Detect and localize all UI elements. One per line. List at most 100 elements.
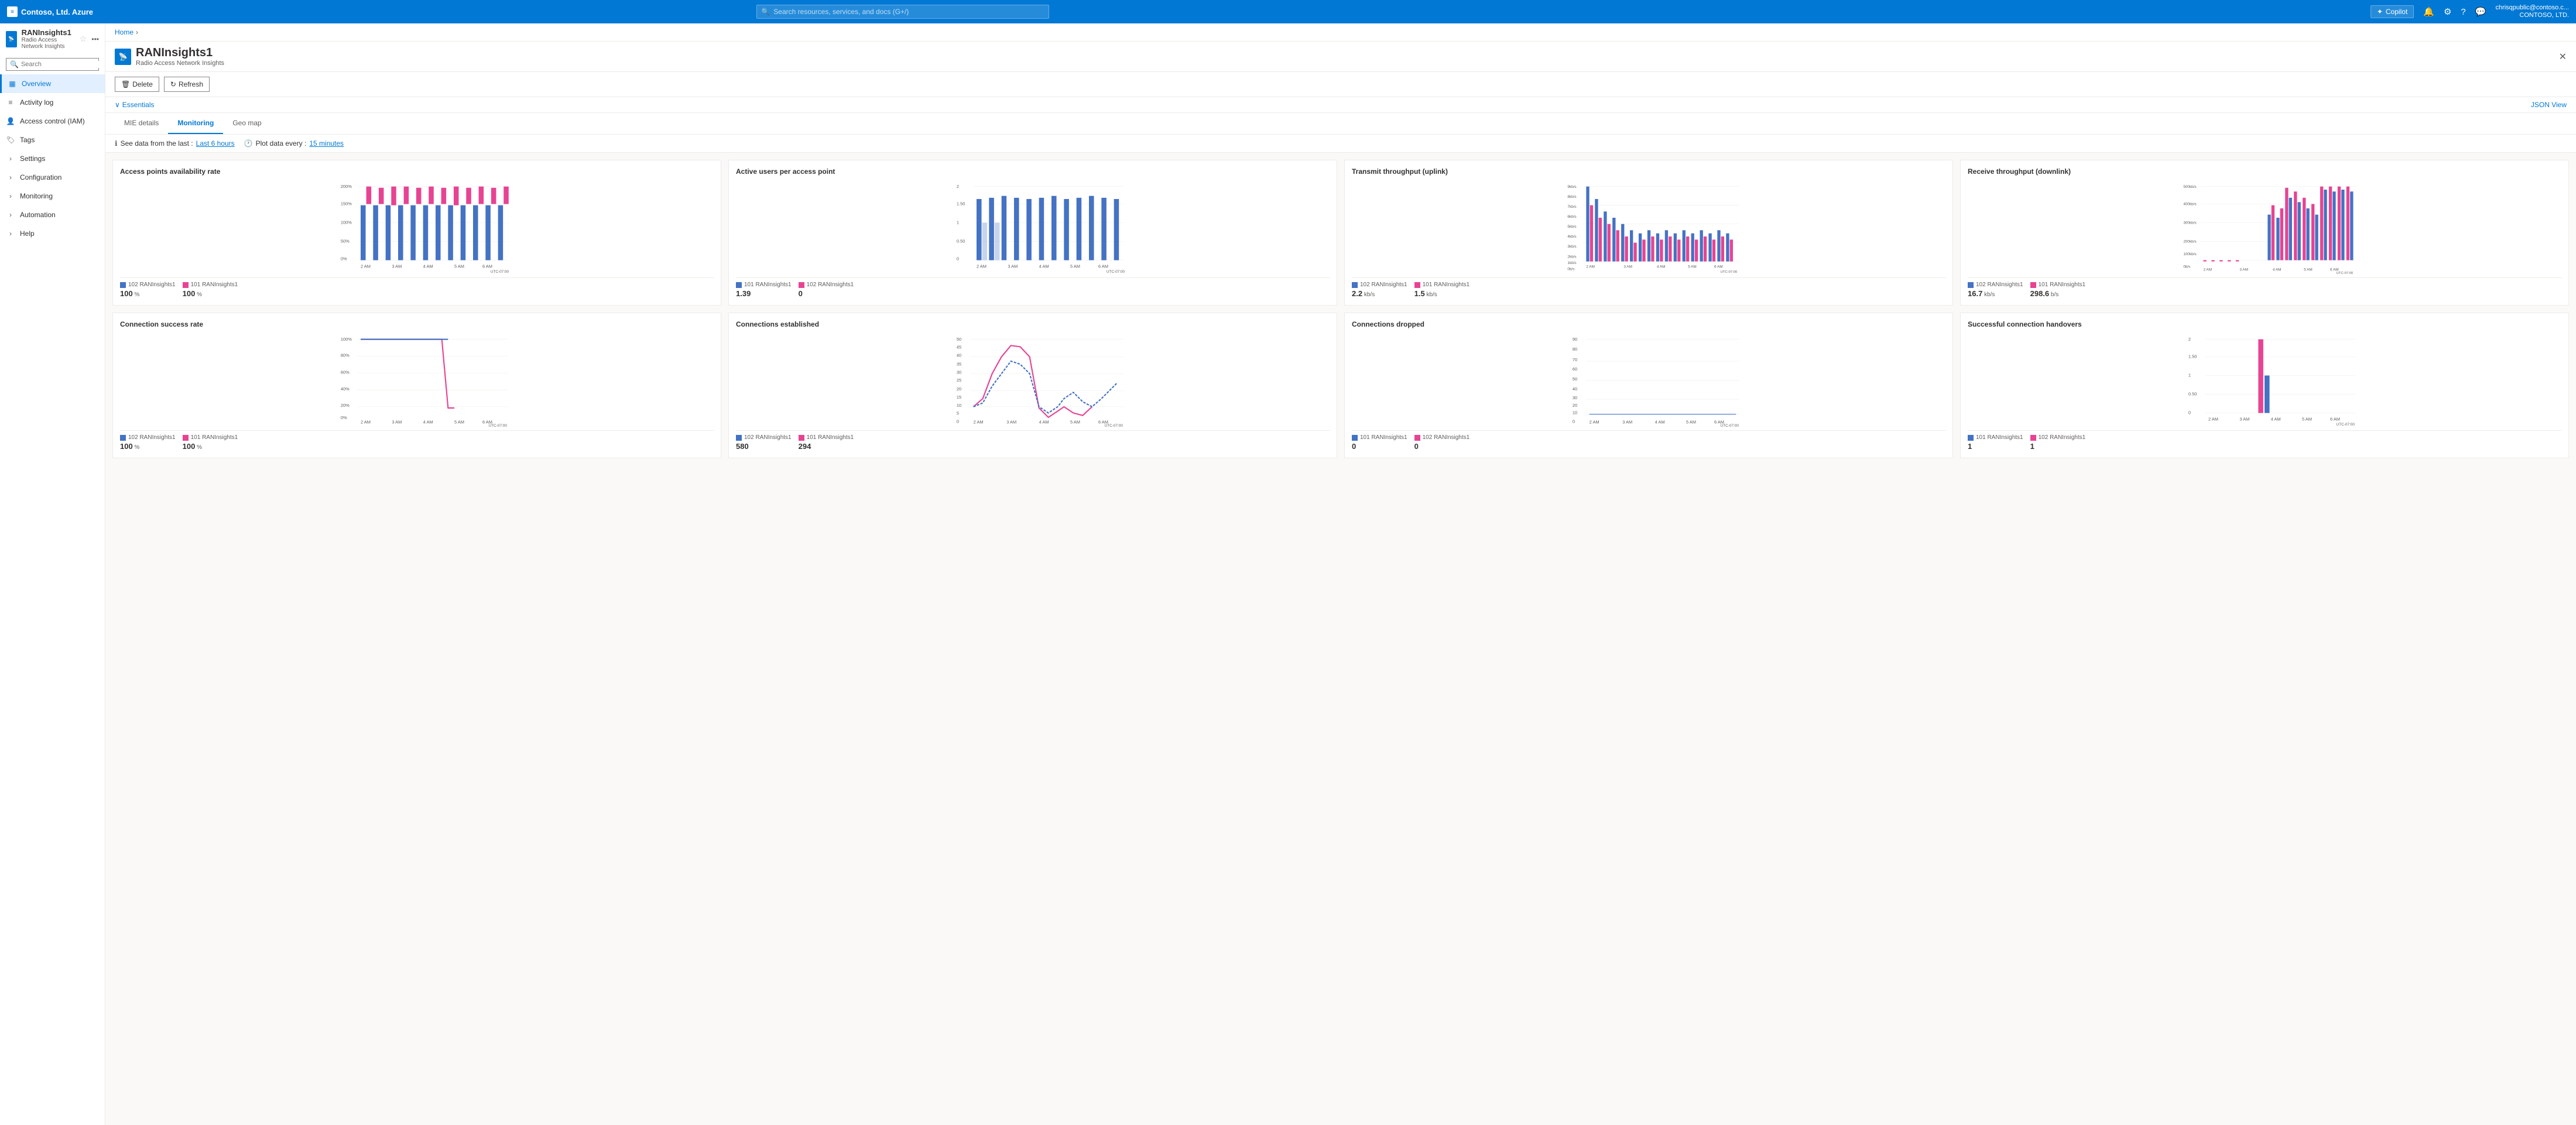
svg-text:0b/s: 0b/s	[1567, 267, 1574, 272]
delete-button[interactable]: 🗑 Delete	[115, 77, 159, 92]
svg-text:UTC-07:00: UTC-07:00	[1721, 424, 1739, 427]
sidebar-item-settings[interactable]: › Settings	[0, 149, 105, 168]
chart-svg: 500kb/s 400kb/s 300kb/s 200kb/s 100kb/s …	[1968, 180, 2561, 274]
legend-item-101: 101 RANInsights1 1	[1968, 434, 2023, 451]
json-view-link[interactable]: JSON View	[2531, 101, 2567, 109]
chart-area: 100% 80% 60% 40% 20% 0%	[120, 333, 714, 427]
refresh-button[interactable]: ↻ Refresh	[164, 77, 210, 92]
chart-title: Access points availability rate	[120, 167, 714, 176]
sidebar-item-help[interactable]: › Help	[0, 224, 105, 243]
chart-area: 200% 150% 100% 50% 0%	[120, 180, 714, 274]
sidebar-item-automation[interactable]: › Automation	[0, 205, 105, 224]
svg-text:9kb/s: 9kb/s	[1567, 185, 1576, 189]
svg-text:5 AM: 5 AM	[1070, 420, 1080, 425]
legend-item-102: 102 RANInsights1 100 %	[120, 434, 176, 451]
legend-color-101	[183, 282, 189, 288]
svg-text:6kb/s: 6kb/s	[1567, 215, 1576, 219]
svg-text:3 AM: 3 AM	[2239, 416, 2249, 421]
tab-geo-map-label: Geo map	[232, 119, 261, 127]
svg-text:UTC-07:00: UTC-07:00	[1105, 424, 1123, 427]
svg-text:6 AM: 6 AM	[482, 263, 492, 269]
sidebar-item-tags[interactable]: 🏷 Tags	[0, 131, 105, 149]
svg-text:60%: 60%	[341, 369, 350, 375]
svg-text:1kb/s: 1kb/s	[1567, 261, 1576, 265]
svg-text:0: 0	[2188, 410, 2191, 416]
chart-connections-established: Connections established 50 45 40 35 30 2…	[728, 313, 1337, 458]
global-search-input[interactable]	[756, 5, 1049, 19]
legend-color-101	[2030, 282, 2036, 288]
global-search[interactable]: 🔍	[756, 5, 1049, 19]
tab-monitoring[interactable]: Monitoring	[168, 113, 223, 134]
svg-text:0b/s: 0b/s	[2183, 265, 2190, 269]
user-info[interactable]: chrisqpublic@contoso.c... CONTOSO, LTD.	[2495, 4, 2569, 19]
close-icon[interactable]: ✕	[2559, 51, 2567, 63]
sidebar-search-input[interactable]	[21, 61, 104, 68]
chart-title: Successful connection handovers	[1968, 320, 2561, 328]
sidebar-search[interactable]: 🔍 ✕ 📌	[0, 54, 105, 74]
feedback-icon[interactable]: 💬	[2475, 6, 2486, 17]
refresh-label: Refresh	[179, 80, 203, 88]
tab-geo-map[interactable]: Geo map	[223, 113, 270, 134]
settings-icon[interactable]: ⚙	[2444, 6, 2451, 17]
svg-text:20: 20	[1573, 403, 1577, 408]
svg-text:4 AM: 4 AM	[1039, 420, 1049, 425]
tags-icon: 🏷	[6, 135, 15, 145]
sidebar-item-activity-log[interactable]: ≡ Activity log	[0, 93, 105, 112]
time-range-link[interactable]: Last 6 hours	[196, 139, 235, 148]
legend-color-101	[799, 435, 804, 441]
svg-text:4 AM: 4 AM	[423, 263, 433, 269]
home-link[interactable]: Home	[115, 28, 133, 36]
sidebar-item-label: Configuration	[20, 173, 61, 181]
legend-color-102	[1968, 282, 1974, 288]
sidebar-item-access-control[interactable]: 👤 Access control (IAM)	[0, 112, 105, 131]
essentials-toggle[interactable]: ∨ Essentials	[115, 101, 155, 109]
svg-text:3 AM: 3 AM	[1006, 420, 1016, 425]
svg-text:200%: 200%	[341, 184, 352, 189]
plot-interval-link[interactable]: 15 minutes	[309, 139, 344, 148]
azure-icon: ≡	[7, 6, 18, 17]
legend-item-102: 102 RANInsights1 1	[2030, 434, 2086, 451]
chart-connection-success: Connection success rate 100% 80% 60% 40%…	[112, 313, 721, 458]
legend-color-102	[736, 435, 742, 441]
sidebar-search-box[interactable]: 🔍 ✕ 📌	[6, 58, 99, 71]
svg-text:1: 1	[2188, 373, 2191, 378]
svg-text:UTC-07:00: UTC-07:00	[489, 424, 508, 427]
chart-legend: 102 RANInsights1 2.2 kb/s 101 RANInsight…	[1352, 277, 1945, 298]
chart-area: 500kb/s 400kb/s 300kb/s 200kb/s 100kb/s …	[1968, 180, 2561, 274]
legend-item-101: 101 RANInsights1 0	[1352, 434, 1407, 451]
favorite-icon[interactable]: ☆	[80, 34, 87, 44]
chevron-down-icon: ∨	[115, 101, 120, 109]
svg-text:4 AM: 4 AM	[1039, 263, 1049, 269]
svg-text:3kb/s: 3kb/s	[1567, 245, 1576, 249]
svg-text:1: 1	[957, 220, 959, 225]
svg-text:0.50: 0.50	[2188, 392, 2197, 397]
sidebar-item-label: Settings	[20, 155, 45, 163]
refresh-icon: ↻	[170, 80, 176, 88]
resource-info: RANInsights1 Radio Access Network Insigh…	[22, 28, 75, 50]
notifications-icon[interactable]: 🔔	[2423, 6, 2434, 17]
activity-log-icon: ≡	[6, 98, 15, 107]
legend-item-101: 101 RANInsights1 1.39	[736, 282, 792, 298]
help-icon[interactable]: ?	[2461, 7, 2465, 17]
more-icon[interactable]: •••	[91, 35, 99, 43]
svg-text:5: 5	[957, 411, 959, 416]
chart-svg: 2 1.50 1 0.50 0 2 AM	[1968, 333, 2561, 427]
copilot-button[interactable]: ✦ Copilot	[2371, 5, 2414, 18]
chart-legend: 101 RANInsights1 1 102 RANInsights1 1	[1968, 430, 2561, 451]
chart-area: 50 45 40 35 30 25 20 15 10 5 0	[736, 333, 1330, 427]
chart-connections-dropped: Connections dropped 90 80 70 60 50 40 30…	[1344, 313, 1953, 458]
svg-text:2kb/s: 2kb/s	[1567, 255, 1576, 259]
legend-item-101: 101 RANInsights1 1.5 kb/s	[1414, 282, 1470, 298]
tab-mie-details[interactable]: MIE details	[115, 113, 168, 134]
svg-text:8kb/s: 8kb/s	[1567, 195, 1576, 199]
tab-mie-details-label: MIE details	[124, 119, 159, 127]
svg-text:3 AM: 3 AM	[2239, 268, 2248, 272]
sidebar-item-configuration[interactable]: › Configuration	[0, 168, 105, 187]
sidebar-item-monitoring[interactable]: › Monitoring	[0, 187, 105, 205]
svg-text:1.50: 1.50	[957, 201, 965, 207]
svg-text:4 AM: 4 AM	[2271, 416, 2281, 421]
svg-text:UTC-07:00: UTC-07:00	[1107, 270, 1125, 274]
toolbar: 🗑 Delete ↻ Refresh	[105, 72, 2576, 97]
legend-item-101: 101 RANInsights1 100 %	[183, 282, 238, 298]
sidebar-item-overview[interactable]: ▦ Overview	[0, 74, 105, 93]
